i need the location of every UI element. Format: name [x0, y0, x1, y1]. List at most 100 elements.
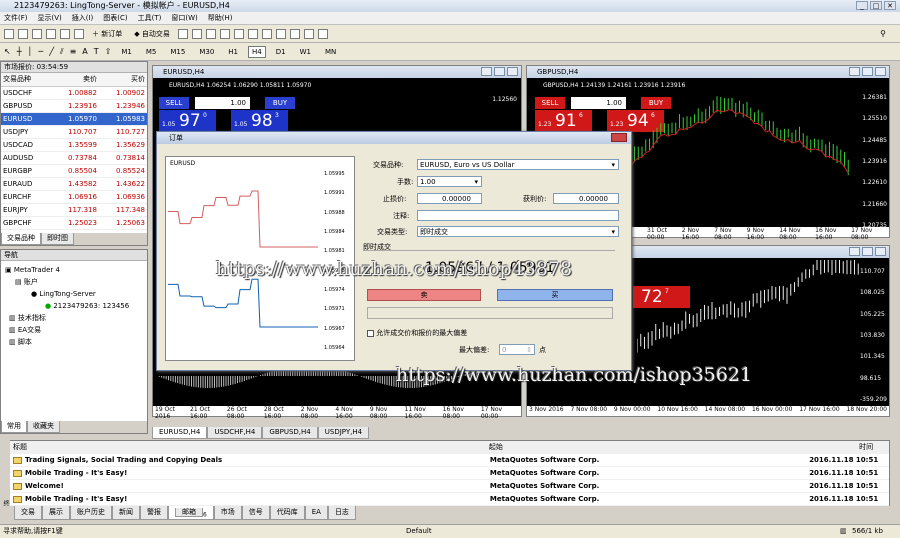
stop-loss-input[interactable]: 0.00000 [417, 193, 482, 204]
chart-minimize-button[interactable] [849, 67, 860, 76]
trendline-icon[interactable]: ╱ [49, 47, 54, 56]
terminal-icon[interactable] [60, 28, 70, 39]
nav-indicators[interactable]: ▥ 技术指标 [9, 312, 46, 324]
market-watch-row[interactable]: EURGBP 0.85504 0.85524 [1, 164, 147, 178]
tile-windows-icon[interactable] [247, 28, 258, 39]
take-profit-input[interactable]: 0.00000 [553, 193, 619, 204]
quick-sell-button-gbp[interactable]: SELL [535, 97, 565, 109]
indicators-icon[interactable] [289, 28, 300, 39]
timeframe-m1[interactable]: M1 [117, 46, 136, 58]
search-icon[interactable]: ⚲ [880, 29, 886, 38]
chart-shift-icon[interactable] [275, 28, 286, 39]
channel-icon[interactable]: ⫽ [60, 47, 64, 57]
symbol-select[interactable]: EURUSD, Euro vs US Dollar ▾ [417, 159, 619, 170]
order-type-select[interactable]: 即时成交 ▾ [417, 226, 619, 237]
timeframe-h4[interactable]: H4 [248, 45, 266, 58]
col-ask[interactable]: 买价 [98, 73, 147, 87]
chart-tab-usdjpy[interactable]: USDJPY,H4 [317, 427, 370, 439]
label-icon[interactable]: T [94, 47, 99, 56]
col-bid[interactable]: 卖价 [50, 73, 99, 87]
deviation-checkbox[interactable] [367, 329, 374, 337]
col-source[interactable]: 起始 [489, 441, 859, 453]
quick-buy-button[interactable]: BUY [265, 97, 295, 109]
tab-journal[interactable]: 日志 [327, 506, 356, 520]
chart-close-button[interactable] [875, 67, 886, 76]
tab-symbols[interactable]: 交易品种 [1, 233, 41, 245]
market-watch-row[interactable]: AUDUSD 0.73784 0.73814 [1, 151, 147, 165]
market-watch-row[interactable]: EURJPY 117.318 117.348 [1, 203, 147, 217]
nav-server[interactable]: ● LingTong-Server [31, 288, 96, 300]
comment-input[interactable] [417, 210, 619, 221]
market-watch-row[interactable]: EURAUD 1.43582 1.43622 [1, 177, 147, 191]
sell-button[interactable]: 卖 [367, 289, 481, 301]
timeframe-d1[interactable]: D1 [272, 46, 290, 58]
chart-minimize-button[interactable] [481, 67, 492, 76]
minimize-button[interactable]: _ [856, 1, 868, 10]
menu-insert[interactable]: 插入(I) [72, 13, 94, 23]
buy-button[interactable]: 买 [497, 289, 613, 301]
max-deviation-input[interactable]: 0 ⇳ [499, 344, 535, 355]
nav-account[interactable]: ● 2123479263: 123456 [45, 300, 129, 312]
chart-close-button[interactable] [507, 67, 518, 76]
tab-alerts[interactable]: 警报 [140, 506, 168, 520]
tab-market[interactable]: 市场 [213, 506, 242, 520]
text-icon[interactable]: A [82, 47, 87, 56]
tab-code-base[interactable]: 代码库 [269, 506, 305, 520]
close-button[interactable]: ✕ [884, 1, 896, 10]
chart-minimize-button[interactable] [849, 247, 860, 256]
quick-lot-input[interactable]: 1.00 [195, 97, 250, 109]
tab-signals[interactable]: 信号 [241, 506, 270, 520]
ask-price-panel[interactable]: 1.05 98 3 [231, 110, 288, 132]
tab-account-history[interactable]: 账户历史 [70, 506, 112, 520]
crosshair-icon[interactable]: ┼ [17, 47, 22, 56]
mail-row[interactable]: Mobile Trading - It's Easy! MetaQuotes So… [1, 467, 889, 480]
mail-row[interactable]: Trading Signals, Social Trading and Copy… [1, 454, 889, 467]
gbp-bid-panel[interactable]: 1.23 91 6 [535, 110, 592, 132]
dialog-close-button[interactable] [611, 133, 627, 142]
chart-maximize-button[interactable] [494, 67, 505, 76]
chart-maximize-button[interactable] [862, 247, 873, 256]
deviation-checkbox-row[interactable]: 允许成交价和报价的最大偏差 [367, 328, 467, 338]
volume-select[interactable]: 1.00 ▾ [417, 176, 482, 187]
tab-trade[interactable]: 交易 [14, 506, 42, 520]
tab-tick-chart[interactable]: 即时图 [41, 233, 74, 245]
col-time[interactable]: 时间 [859, 441, 889, 453]
col-symbol[interactable]: 交易品种 [1, 73, 51, 87]
timeframe-m30[interactable]: M30 [195, 46, 218, 58]
timeframe-h1[interactable]: H1 [224, 46, 242, 58]
tab-exposure[interactable]: 展示 [42, 506, 70, 520]
mail-row[interactable]: Mobile Trading - It's Easy! MetaQuotes So… [1, 493, 889, 506]
profiles-icon[interactable] [18, 28, 28, 39]
market-watch-row[interactable]: USDCHF 1.00882 1.00902 [1, 86, 147, 100]
maximize-button[interactable]: □ [870, 1, 882, 10]
market-watch-row[interactable]: EURCHF 1.06916 1.06936 [1, 190, 147, 204]
cursor-icon[interactable]: ↖ [4, 47, 11, 56]
zoom-out-icon[interactable] [233, 28, 244, 39]
tab-common[interactable]: 常用 [1, 421, 27, 433]
tab-favorites[interactable]: 收藏夹 [27, 421, 60, 433]
market-watch-icon[interactable] [32, 28, 42, 39]
autoscroll-icon[interactable] [261, 28, 272, 39]
horizontal-line-icon[interactable]: ─ [38, 47, 43, 56]
arrows-icon[interactable]: ⇧ [105, 47, 112, 56]
quick-sell-button[interactable]: SELL [159, 97, 189, 109]
menu-view[interactable]: 显示(V) [38, 13, 62, 23]
bar-chart-icon[interactable] [177, 28, 188, 39]
market-watch-row[interactable]: GBPCHF 1.25023 1.25063 [1, 216, 147, 230]
chart-tab-usdchf[interactable]: USDCHF,H4 [207, 427, 263, 439]
quick-lot-input-gbp[interactable]: 1.00 [571, 97, 626, 109]
nav-expert-advisors[interactable]: ▥ EA交易 [9, 324, 41, 336]
menu-file[interactable]: 文件(F) [4, 13, 28, 23]
timeframe-m5[interactable]: M5 [142, 46, 161, 58]
fibonacci-icon[interactable]: ≡ [70, 47, 77, 56]
menu-help[interactable]: 帮助(H) [208, 13, 233, 23]
auto-trading-button[interactable]: ◆ 自动交易 [130, 27, 174, 41]
periods-icon[interactable] [303, 28, 314, 39]
tab-experts[interactable]: EA [304, 506, 328, 520]
new-chart-icon[interactable] [4, 28, 14, 39]
mail-row[interactable]: Welcome! MetaQuotes Software Corp. 2016.11… [1, 480, 889, 493]
bid-price-panel[interactable]: 1.05 97 0 [159, 110, 216, 132]
nav-accounts[interactable]: ▤ 账户 [15, 276, 38, 288]
timeframe-w1[interactable]: W1 [296, 46, 315, 58]
market-watch-row[interactable]: USDCAD 1.35599 1.35629 [1, 138, 147, 152]
